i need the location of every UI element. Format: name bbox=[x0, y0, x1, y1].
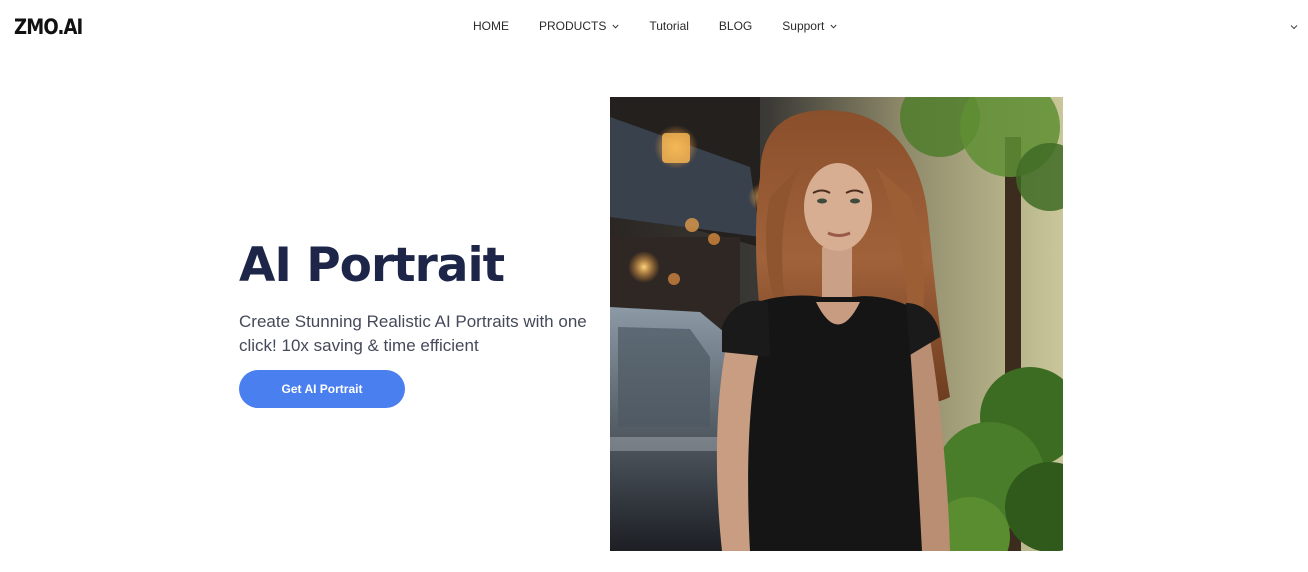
nav-item-label: PRODUCTS bbox=[539, 19, 607, 33]
nav-item-products[interactable]: PRODUCTS bbox=[539, 19, 619, 33]
page-title: AI Portrait bbox=[239, 238, 505, 293]
nav-item-label: HOME bbox=[473, 19, 509, 33]
nav-item-label: Tutorial bbox=[649, 19, 689, 33]
site-logo[interactable]: ZMO.AI bbox=[14, 15, 83, 39]
top-navbar: ZMO.AI HOME PRODUCTS Tutorial BLOG Suppo… bbox=[0, 0, 1308, 56]
nav-item-tutorial[interactable]: Tutorial bbox=[649, 19, 689, 33]
page: ZMO.AI HOME PRODUCTS Tutorial BLOG Suppo… bbox=[0, 0, 1308, 572]
nav-item-label: Support bbox=[782, 19, 825, 33]
nav-item-label: BLOG bbox=[718, 19, 753, 33]
chevron-down-icon bbox=[612, 24, 619, 29]
get-ai-portrait-button[interactable]: Get AI Portrait bbox=[239, 370, 405, 408]
chevron-down-icon bbox=[830, 24, 837, 29]
chevron-down-icon[interactable] bbox=[1290, 24, 1298, 30]
nav-item-support[interactable]: Support bbox=[782, 19, 837, 33]
nav-item-blog[interactable]: BLOG bbox=[719, 19, 752, 33]
hero-subtitle: Create Stunning Realistic AI Portraits w… bbox=[239, 312, 587, 355]
main-nav: HOME PRODUCTS Tutorial BLOG Support bbox=[473, 19, 837, 33]
portrait-photo bbox=[610, 97, 1063, 551]
nav-item-home[interactable]: HOME bbox=[473, 19, 509, 33]
